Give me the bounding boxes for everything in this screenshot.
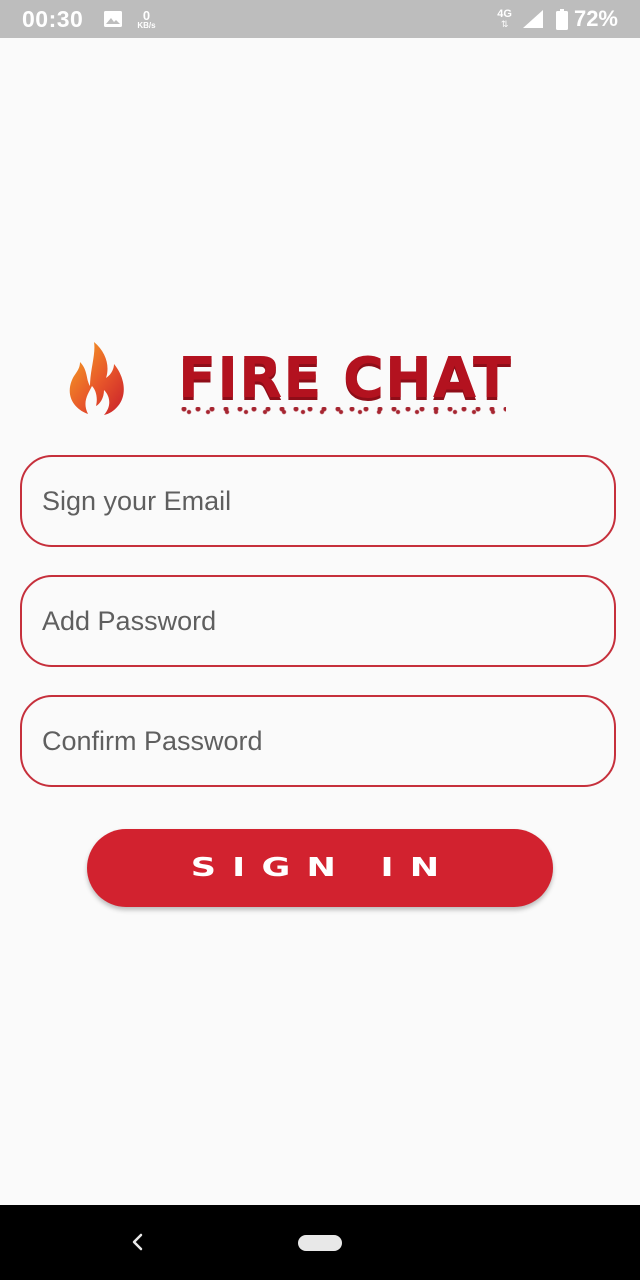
home-pill-icon[interactable] bbox=[298, 1235, 342, 1251]
sign-in-button[interactable]: SIGN IN bbox=[87, 829, 553, 907]
sign-in-button-label: SIGN IN bbox=[190, 853, 456, 883]
status-bar: 00:30 0 KB/s 4G ⇅ 72% bbox=[0, 0, 640, 38]
email-field[interactable] bbox=[40, 484, 596, 518]
status-left-group: 00:30 0 KB/s bbox=[22, 6, 156, 33]
confirm-password-field-container bbox=[20, 695, 616, 787]
flame-icon bbox=[69, 342, 124, 415]
signal-icon bbox=[522, 10, 543, 28]
network-type: 4G ⇅ bbox=[497, 9, 512, 29]
battery-percent: 72% bbox=[573, 6, 618, 31]
network-speed: 0 KB/s bbox=[137, 9, 155, 30]
back-icon bbox=[132, 1233, 143, 1251]
app-logo: FIRE CHAT bbox=[66, 338, 546, 418]
email-field-container bbox=[20, 455, 616, 547]
status-right-group: 4G ⇅ 72% bbox=[497, 0, 618, 38]
app-title: FIRE CHAT bbox=[178, 345, 513, 417]
confirm-password-field[interactable] bbox=[40, 724, 596, 758]
sign-in-screen: 00:30 0 KB/s 4G ⇅ 72% FIRE CHAT Sign you… bbox=[0, 0, 640, 1280]
network-speed-value: 0 bbox=[142, 7, 151, 23]
image-icon bbox=[104, 11, 123, 27]
status-time: 00:30 bbox=[22, 5, 84, 32]
password-field-container bbox=[20, 575, 616, 667]
back-button[interactable] bbox=[122, 1227, 152, 1257]
password-field[interactable] bbox=[40, 604, 596, 638]
network-speed-unit: KB/s bbox=[137, 20, 156, 30]
data-arrows-icon: ⇅ bbox=[500, 19, 509, 29]
navigation-bar bbox=[0, 1205, 640, 1280]
battery-icon bbox=[555, 8, 568, 30]
